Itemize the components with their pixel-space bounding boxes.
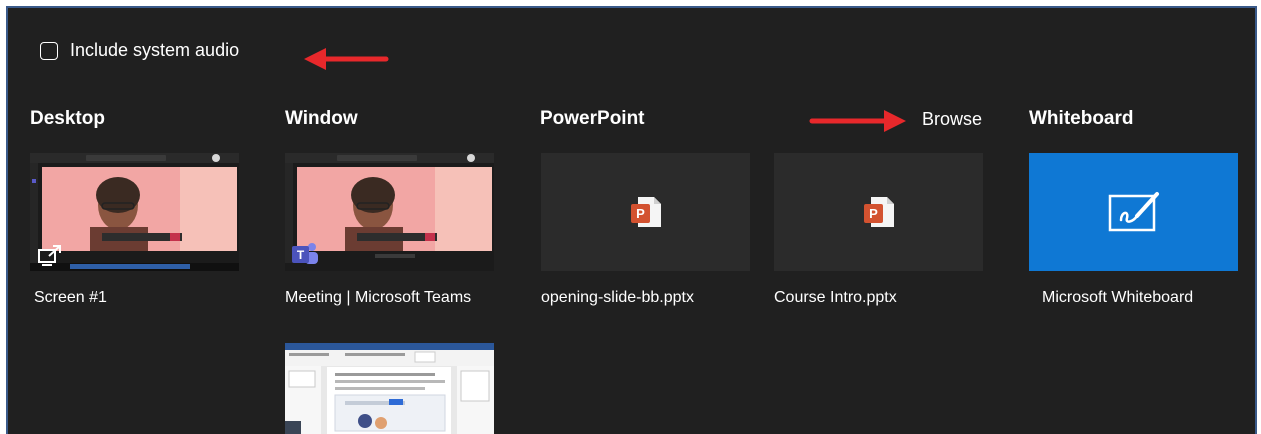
share-content-panel: Include system audio Desktop Window Powe…	[6, 6, 1257, 434]
svg-text:T: T	[297, 248, 305, 262]
section-window: Window	[285, 108, 358, 129]
caption-screen: Screen #1	[34, 289, 107, 306]
caption-pptx-opening: opening-slide-bb.pptx	[541, 289, 694, 306]
section-powerpoint: PowerPoint	[540, 108, 645, 129]
svg-text:P: P	[636, 206, 645, 221]
section-whiteboard: Whiteboard	[1029, 108, 1134, 129]
browse-link[interactable]: Browse	[922, 109, 982, 130]
powerpoint-file-icon: P	[863, 197, 894, 227]
include-audio-checkbox[interactable]	[40, 41, 58, 60]
desktop-screen-thumbnail[interactable]	[30, 153, 239, 271]
whiteboard-tile[interactable]	[1029, 153, 1238, 271]
svg-text:P: P	[869, 206, 878, 221]
section-desktop: Desktop	[30, 108, 105, 129]
pptx-tile-opening-slide[interactable]: P	[541, 153, 750, 271]
caption-whiteboard: Microsoft Whiteboard	[1042, 289, 1194, 306]
pptx-tile-course-intro[interactable]: P	[774, 153, 983, 271]
include-audio-label: Include system audio	[70, 40, 240, 60]
powerpoint-file-icon: P	[630, 197, 661, 227]
caption-teams-window: Meeting | Microsoft Teams	[285, 289, 472, 306]
whiteboard-pen-icon	[1108, 192, 1159, 232]
caption-pptx-course: Course Intro.pptx	[774, 289, 897, 306]
red-arrow-annotation	[809, 110, 906, 132]
teams-window-thumbnail[interactable]: T	[285, 153, 494, 271]
word-window-thumbnail[interactable]	[285, 343, 494, 434]
red-arrow-annotation	[304, 48, 389, 70]
include-audio-row[interactable]: Include system audio	[40, 40, 239, 61]
teams-icon: T	[292, 243, 318, 264]
share-screen-icon	[38, 245, 61, 266]
